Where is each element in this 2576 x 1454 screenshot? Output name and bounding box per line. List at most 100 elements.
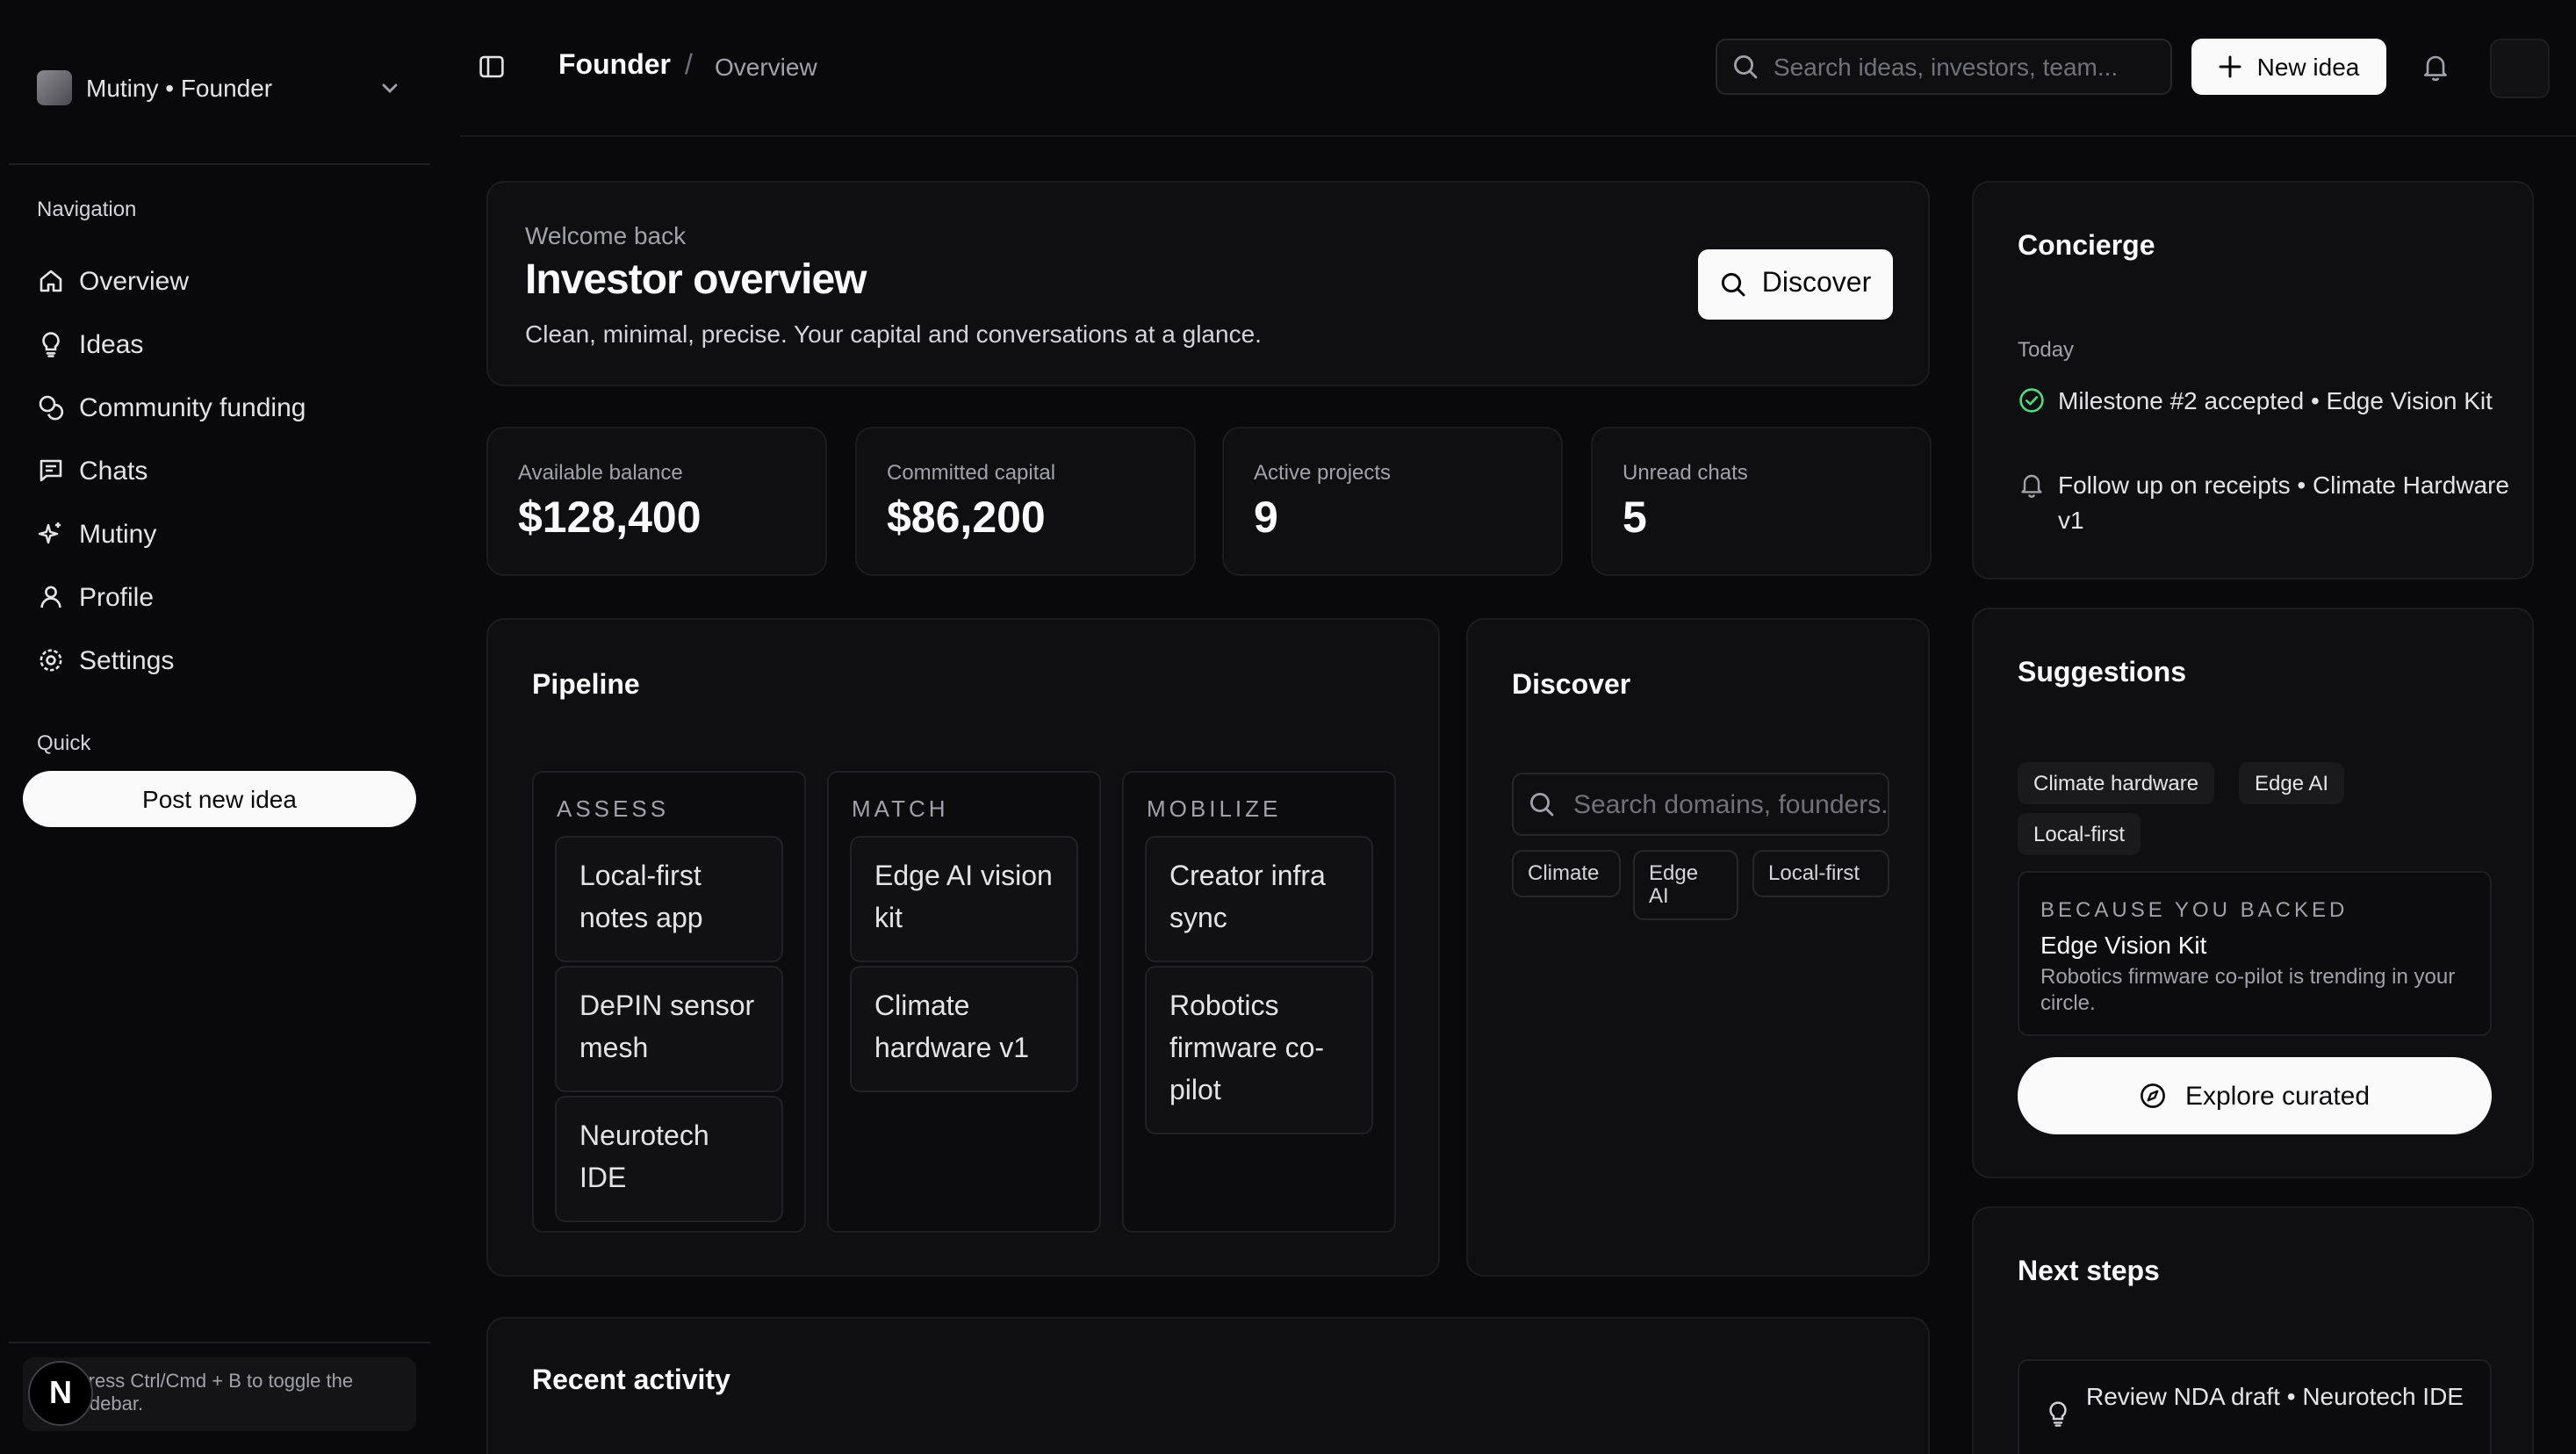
stat-active-projects: Active projects 9 [1222, 427, 1563, 576]
because-you-backed-card[interactable]: BECAUSE YOU BACKED Edge Vision Kit Robot… [2018, 871, 2492, 1036]
recent-activity-title: Recent activity [532, 1366, 730, 1396]
plus-icon [2219, 54, 2243, 79]
user-icon [37, 583, 65, 611]
page-subtitle: Clean, minimal, precise. Your capital an… [525, 320, 1262, 348]
because-description: Robotics firmware co-pilot is trending i… [2040, 964, 2456, 1015]
sidebar-item-community-funding[interactable]: Community funding [37, 376, 406, 439]
sidebar-item-chats[interactable]: Chats [37, 439, 406, 502]
concierge-day-label: Today [2018, 337, 2075, 362]
suggestion-tag[interactable]: Climate hardware [2018, 762, 2215, 804]
stat-value: $86,200 [887, 493, 1046, 543]
sidebar-item-label: Chats [79, 456, 148, 486]
pipeline-card-item[interactable]: Edge AI vision kit [850, 836, 1078, 962]
workspace-name: Mutiny • Founder [86, 74, 273, 102]
breadcrumb-current: Overview [715, 53, 817, 81]
sidebar: Mutiny • Founder Navigation Overview Ide… [0, 0, 432, 1454]
concierge-title: Concierge [2018, 232, 2155, 262]
pipeline-card-item[interactable]: DePIN sensor mesh [555, 966, 783, 1092]
avatar[interactable] [2490, 39, 2550, 98]
welcome-eyebrow: Welcome back [525, 221, 687, 249]
top-bar: Founder / Overview New idea [460, 0, 2576, 137]
sidebar-item-overview[interactable]: Overview [37, 249, 406, 313]
sidebar-divider [9, 163, 430, 165]
new-idea-label: New idea [2256, 53, 2360, 81]
page-title: Investor overview [525, 256, 867, 304]
next-steps-title: Next steps [2018, 1257, 2160, 1287]
explore-curated-button[interactable]: Explore curated [2018, 1057, 2492, 1134]
sidebar-nav: Overview Ideas Community funding Chats M… [37, 249, 406, 692]
compass-icon [2140, 1082, 2168, 1110]
stat-value: $128,400 [518, 493, 702, 543]
sidebar-item-label: Ideas [79, 329, 144, 359]
pipeline-column-match: MATCH Edge AI vision kit Climate hardwar… [827, 771, 1101, 1233]
discover-card: Discover Climate Edge AI Local-first [1466, 618, 1930, 1277]
sidebar-item-ideas[interactable]: Ideas [37, 313, 406, 376]
breadcrumb-root[interactable]: Founder [558, 51, 671, 83]
pipeline-card-item[interactable]: Creator infra sync [1145, 836, 1373, 962]
stat-label: Active projects [1254, 460, 1392, 485]
global-search[interactable] [1716, 39, 2172, 95]
bell-icon[interactable] [2420, 51, 2451, 83]
stat-value: 9 [1254, 493, 1278, 543]
lightbulb-icon [2044, 1400, 2072, 1428]
pipeline-card-item[interactable]: Robotics firmware co-pilot [1145, 966, 1373, 1134]
discover-tag[interactable]: Edge AI [1633, 850, 1738, 920]
next-step-item[interactable]: Review NDA draft • Neurotech IDE [2018, 1359, 2492, 1454]
pipeline-card: Pipeline ASSESS Local-first notes app De… [486, 618, 1440, 1277]
pipeline-card-item[interactable]: Local-first notes app [555, 836, 783, 962]
discover-title: Discover [1512, 671, 1631, 701]
sidebar-item-mutiny[interactable]: Mutiny [37, 502, 406, 565]
stat-label: Unread chats [1623, 460, 1748, 485]
chevron-down-icon [379, 77, 400, 98]
discover-tag[interactable]: Local-first [1752, 850, 1889, 897]
search-input[interactable] [1774, 53, 2160, 81]
stat-label: Available balance [518, 460, 683, 485]
column-header: ASSESS [557, 795, 670, 822]
pipeline-column-mobilize: MOBILIZE Creator infra sync Robotics fir… [1122, 771, 1396, 1233]
search-icon [1731, 53, 1759, 81]
welcome-card: Welcome back Investor overview Clean, mi… [486, 181, 1930, 386]
bell-icon [2018, 471, 2046, 499]
concierge-item[interactable]: Follow up on receipts • Climate Hardware… [2018, 467, 2509, 537]
sidebar-item-label: Settings [79, 645, 175, 675]
discover-search[interactable] [1512, 773, 1889, 836]
navigation-group-label: Navigation [37, 197, 137, 221]
pipeline-card-item[interactable]: Climate hardware v1 [850, 966, 1078, 1092]
concierge-item[interactable]: Milestone #2 accepted • Edge Vision Kit [2018, 383, 2509, 418]
sidebar-item-profile[interactable]: Profile [37, 565, 406, 629]
pipeline-title: Pipeline [532, 671, 640, 701]
column-header: MOBILIZE [1147, 795, 1282, 822]
quick-group-label: Quick [37, 731, 91, 755]
discover-search-input[interactable] [1573, 789, 1888, 819]
sparkles-icon [37, 520, 65, 548]
pipeline-card-item[interactable]: Neurotech IDE [555, 1096, 783, 1222]
search-icon [1720, 270, 1748, 299]
new-idea-button[interactable]: New idea [2191, 39, 2386, 95]
concierge-card: Concierge Today Milestone #2 accepted • … [1972, 181, 2534, 579]
next-steps-card: Next steps Review NDA draft • Neurotech … [1972, 1206, 2534, 1454]
message-icon [37, 457, 65, 485]
post-new-idea-button[interactable]: Post new idea [23, 771, 416, 827]
workspace-switcher[interactable]: Mutiny • Founder [37, 70, 400, 105]
sidebar-toggle-icon[interactable] [478, 53, 506, 81]
sidebar-item-label: Community funding [79, 392, 306, 422]
suggestion-tag[interactable]: Edge AI [2239, 762, 2345, 804]
recent-activity-card: Recent activity [486, 1317, 1930, 1454]
gear-icon [37, 646, 65, 674]
check-circle-icon [2018, 386, 2046, 414]
breadcrumb-separator: / [685, 51, 693, 81]
concierge-item-text: Follow up on receipts • Climate Hardware… [2058, 471, 2510, 534]
next-step-text: Review NDA draft • Neurotech IDE [2086, 1382, 2464, 1410]
discover-button[interactable]: Discover [1698, 249, 1893, 320]
suggestions-card: Suggestions Climate hardware Edge AI Loc… [1972, 608, 2534, 1178]
suggestion-tag[interactable]: Local-first [2018, 813, 2141, 855]
discover-label: Discover [1761, 269, 1872, 299]
nextjs-badge[interactable]: N [28, 1361, 93, 1426]
sidebar-item-settings[interactable]: Settings [37, 629, 406, 692]
concierge-item-text: Milestone #2 accepted • Edge Vision Kit [2058, 386, 2493, 414]
sidebar-footer-divider [9, 1342, 430, 1343]
home-icon [37, 267, 65, 295]
discover-tag[interactable]: Climate [1512, 850, 1621, 897]
stat-value: 5 [1623, 493, 1647, 543]
sidebar-item-label: Mutiny [79, 519, 157, 549]
